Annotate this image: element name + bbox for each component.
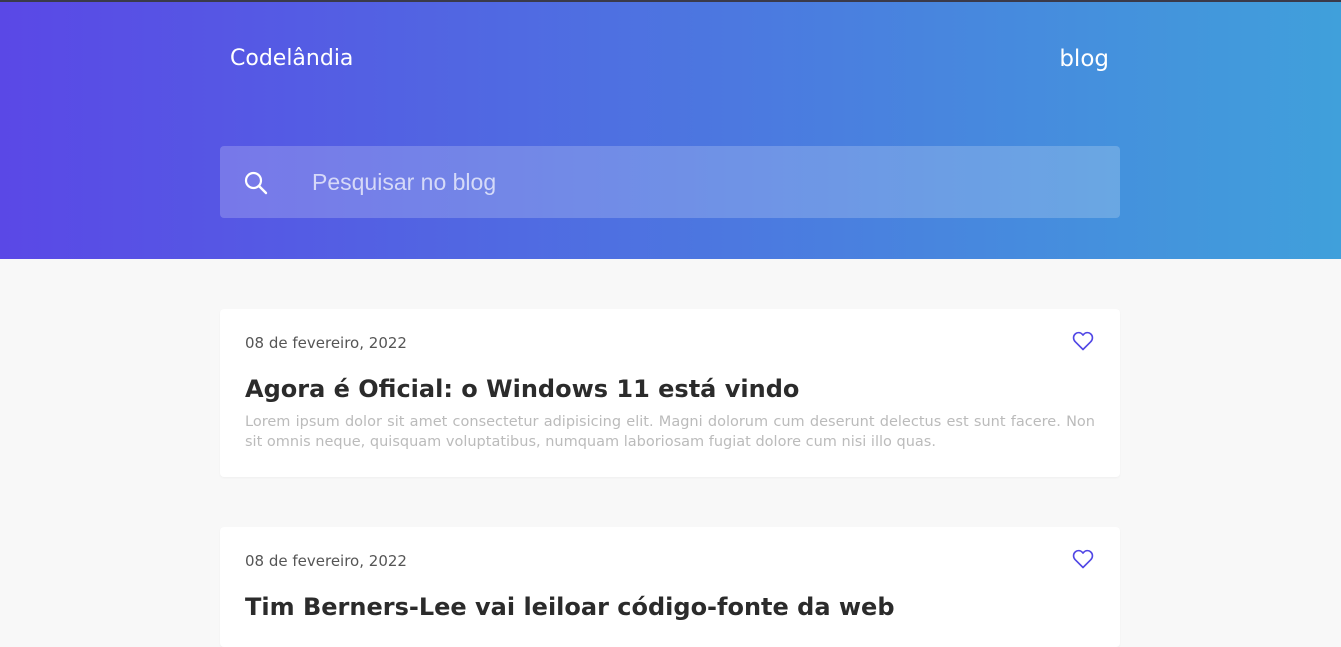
search-bar[interactable] (220, 146, 1120, 218)
heart-icon[interactable] (1071, 547, 1095, 571)
search-input[interactable] (312, 146, 1102, 218)
search-icon[interactable] (243, 170, 269, 196)
heart-icon[interactable] (1071, 329, 1095, 353)
post-title[interactable]: Agora é Oficial: o Windows 11 está vindo (245, 373, 1105, 405)
post-excerpt: Lorem ipsum dolor sit amet consectetur a… (245, 414, 1095, 450)
page-header: Codelândia blog (0, 0, 1341, 259)
post-card[interactable]: 08 de fevereiro, 2022 Agora é Oficial: o… (220, 309, 1120, 477)
nav-link-blog[interactable]: blog (1059, 45, 1109, 73)
post-date: 08 de fevereiro, 2022 (245, 334, 407, 352)
post-card[interactable]: 08 de fevereiro, 2022 Tim Berners-Lee va… (220, 527, 1120, 647)
brand-logo[interactable]: Codelândia (230, 45, 353, 73)
post-title[interactable]: Tim Berners-Lee vai leiloar código-fonte… (245, 591, 1105, 623)
window-top-border (0, 0, 1341, 2)
post-date: 08 de fevereiro, 2022 (245, 552, 407, 570)
